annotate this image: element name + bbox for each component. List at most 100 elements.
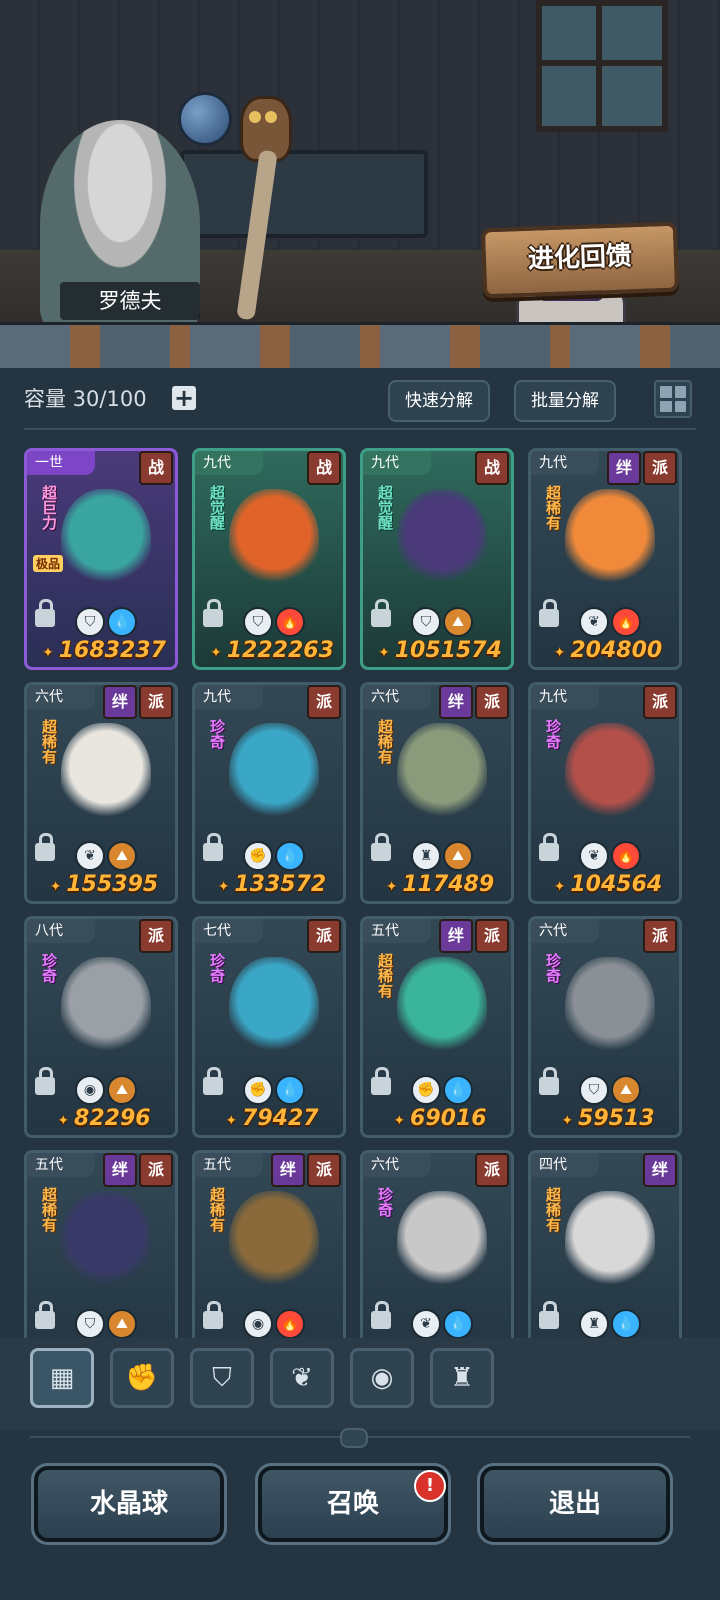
tag-group: 战 — [307, 451, 341, 485]
battle-tag: 战 — [307, 451, 341, 485]
bond-tag: 绊 — [103, 1153, 137, 1187]
evolution-feedback-button[interactable]: 进化回馈 — [480, 221, 680, 299]
monster-card[interactable]: 八代 派珍奇 ◉⛰82296 — [24, 916, 178, 1138]
generation-label: 六代 — [27, 685, 95, 709]
tag-group: 绊派 — [439, 919, 509, 953]
monster-card[interactable]: 五代绊派超稀有 ✊💧69016 — [360, 916, 514, 1138]
monster-card[interactable]: 九代绊派超稀有 ❦🔥204800 — [528, 448, 682, 670]
tag-group: 战 — [475, 451, 509, 485]
lock-icon[interactable] — [203, 1067, 223, 1095]
quick-decompose-button[interactable]: 快速分解 — [388, 380, 490, 422]
rarity-label: 超稀有 — [544, 1187, 562, 1232]
capacity-label: 容量 30/100 — [24, 387, 147, 411]
lock-icon[interactable] — [371, 599, 391, 627]
water-icon: 💧 — [611, 1309, 641, 1338]
lock-icon[interactable] — [35, 1067, 55, 1095]
crystal-ball-button[interactable]: 水晶球 — [31, 1463, 227, 1545]
grid-view-icon[interactable] — [654, 380, 692, 418]
monster-card[interactable]: 一世 战超巨力极品 ⛉💧1683237 — [24, 448, 178, 670]
tag-group: 绊 — [643, 1153, 677, 1187]
monster-card[interactable]: 六代 派珍奇 ❦ 💧 — [360, 1150, 514, 1338]
tower-icon: ♜ — [411, 841, 441, 871]
battle-tag: 战 — [475, 451, 509, 485]
tag-group: 派 — [475, 1153, 509, 1187]
rarity-label: 超稀有 — [376, 953, 394, 998]
study-scene: 罗德夫 进化回馈 — [0, 0, 720, 345]
tag-group: 绊派 — [103, 685, 173, 719]
monster-card[interactable]: 六代绊派超稀有 ♜⛰117489 — [360, 682, 514, 904]
generation-label: 一世 — [27, 451, 95, 475]
monster-card[interactable]: 九代 派珍奇 ❦🔥104564 — [528, 682, 682, 904]
monster-card[interactable]: 四代 绊超稀有 ♜ 💧 — [528, 1150, 682, 1338]
faction-tag: 派 — [307, 685, 341, 719]
toolbar-separator — [24, 428, 696, 430]
expand-capacity-button[interactable]: + — [172, 386, 196, 410]
monster-portrait — [565, 957, 655, 1067]
monster-card[interactable]: 六代绊派超稀有 ❦⛰155395 — [24, 682, 178, 904]
batch-decompose-button[interactable]: 批量分解 — [514, 380, 616, 422]
monster-card[interactable]: 五代绊派超稀有 ◉ 🔥 — [192, 1150, 346, 1338]
water-icon: 💧 — [275, 1075, 305, 1105]
lock-icon[interactable] — [35, 599, 55, 627]
power-value: 117489 — [371, 871, 509, 901]
summon-alert-badge: ! — [414, 1470, 446, 1502]
rarity-label: 珍奇 — [40, 953, 58, 983]
bond-tag: 绊 — [103, 685, 137, 719]
bond-tag: 绊 — [607, 451, 641, 485]
leaf-icon: ❦ — [411, 1309, 441, 1338]
filter-leaf-button[interactable]: ❦ — [270, 1348, 334, 1408]
monster-card[interactable]: 六代 派珍奇 ⛉⛰59513 — [528, 916, 682, 1138]
lock-icon[interactable] — [203, 599, 223, 627]
monster-card[interactable]: 七代 派珍奇 ✊💧79427 — [192, 916, 346, 1138]
lock-icon[interactable] — [371, 1301, 391, 1329]
rarity-label: 超觉醒 — [208, 485, 226, 530]
lock-icon[interactable] — [539, 833, 559, 861]
power-value: 204800 — [539, 637, 677, 667]
monster-portrait — [61, 489, 151, 599]
lock-icon[interactable] — [203, 833, 223, 861]
lock-icon[interactable] — [35, 833, 55, 861]
lock-icon[interactable] — [371, 1067, 391, 1095]
lock-icon[interactable] — [539, 599, 559, 627]
lock-icon[interactable] — [371, 833, 391, 861]
desk — [180, 150, 428, 238]
generation-label: 九代 — [363, 451, 431, 475]
earth-icon: ⛰ — [107, 1309, 137, 1338]
monster-card[interactable]: 九代 派珍奇 ✊💧133572 — [192, 682, 346, 904]
leaf-icon: ❦ — [579, 841, 609, 871]
tag-group: 派 — [643, 919, 677, 953]
tag-group: 派 — [139, 919, 173, 953]
tag-group: 派 — [643, 685, 677, 719]
exit-button[interactable]: 退出 — [477, 1463, 673, 1545]
bond-tag: 绊 — [439, 685, 473, 719]
rarity-label: 珍奇 — [544, 719, 562, 749]
lock-icon[interactable] — [539, 1067, 559, 1095]
fire-icon: 🔥 — [275, 1309, 305, 1338]
npc-name-label: 罗德夫 — [60, 282, 200, 320]
rarity-label: 超巨力 — [40, 485, 58, 530]
faction-tag: 派 — [139, 685, 173, 719]
generation-label: 五代 — [27, 1153, 95, 1177]
generation-label: 九代 — [195, 451, 263, 475]
lock-icon[interactable] — [35, 1301, 55, 1329]
tower-icon: ♜ — [450, 1363, 474, 1393]
filter-shield-button[interactable]: ⛉ — [190, 1348, 254, 1408]
bond-tag: 绊 — [271, 1153, 305, 1187]
monster-card[interactable]: 九代 战超觉醒 ⛉🔥1222263 — [192, 448, 346, 670]
monster-card[interactable]: 九代 战超觉醒 ⛉⛰1051574 — [360, 448, 514, 670]
monster-portrait — [397, 1191, 487, 1301]
monster-portrait — [61, 957, 151, 1067]
monster-portrait — [229, 1191, 319, 1301]
faction-tag: 派 — [475, 685, 509, 719]
filter-eye-button[interactable]: ◉ — [350, 1348, 414, 1408]
lock-icon[interactable] — [203, 1301, 223, 1329]
lock-icon[interactable] — [539, 1301, 559, 1329]
generation-label: 五代 — [363, 919, 431, 943]
filter-tower-button[interactable]: ♜ — [430, 1348, 494, 1408]
filter-all-button[interactable]: ▦ — [30, 1348, 94, 1408]
monster-portrait — [229, 723, 319, 833]
power-value: 133572 — [203, 871, 341, 901]
filter-fist-button[interactable]: ✊ — [110, 1348, 174, 1408]
faction-tag: 派 — [307, 919, 341, 953]
monster-card[interactable]: 五代绊派超稀有 ⛉ ⛰ — [24, 1150, 178, 1338]
